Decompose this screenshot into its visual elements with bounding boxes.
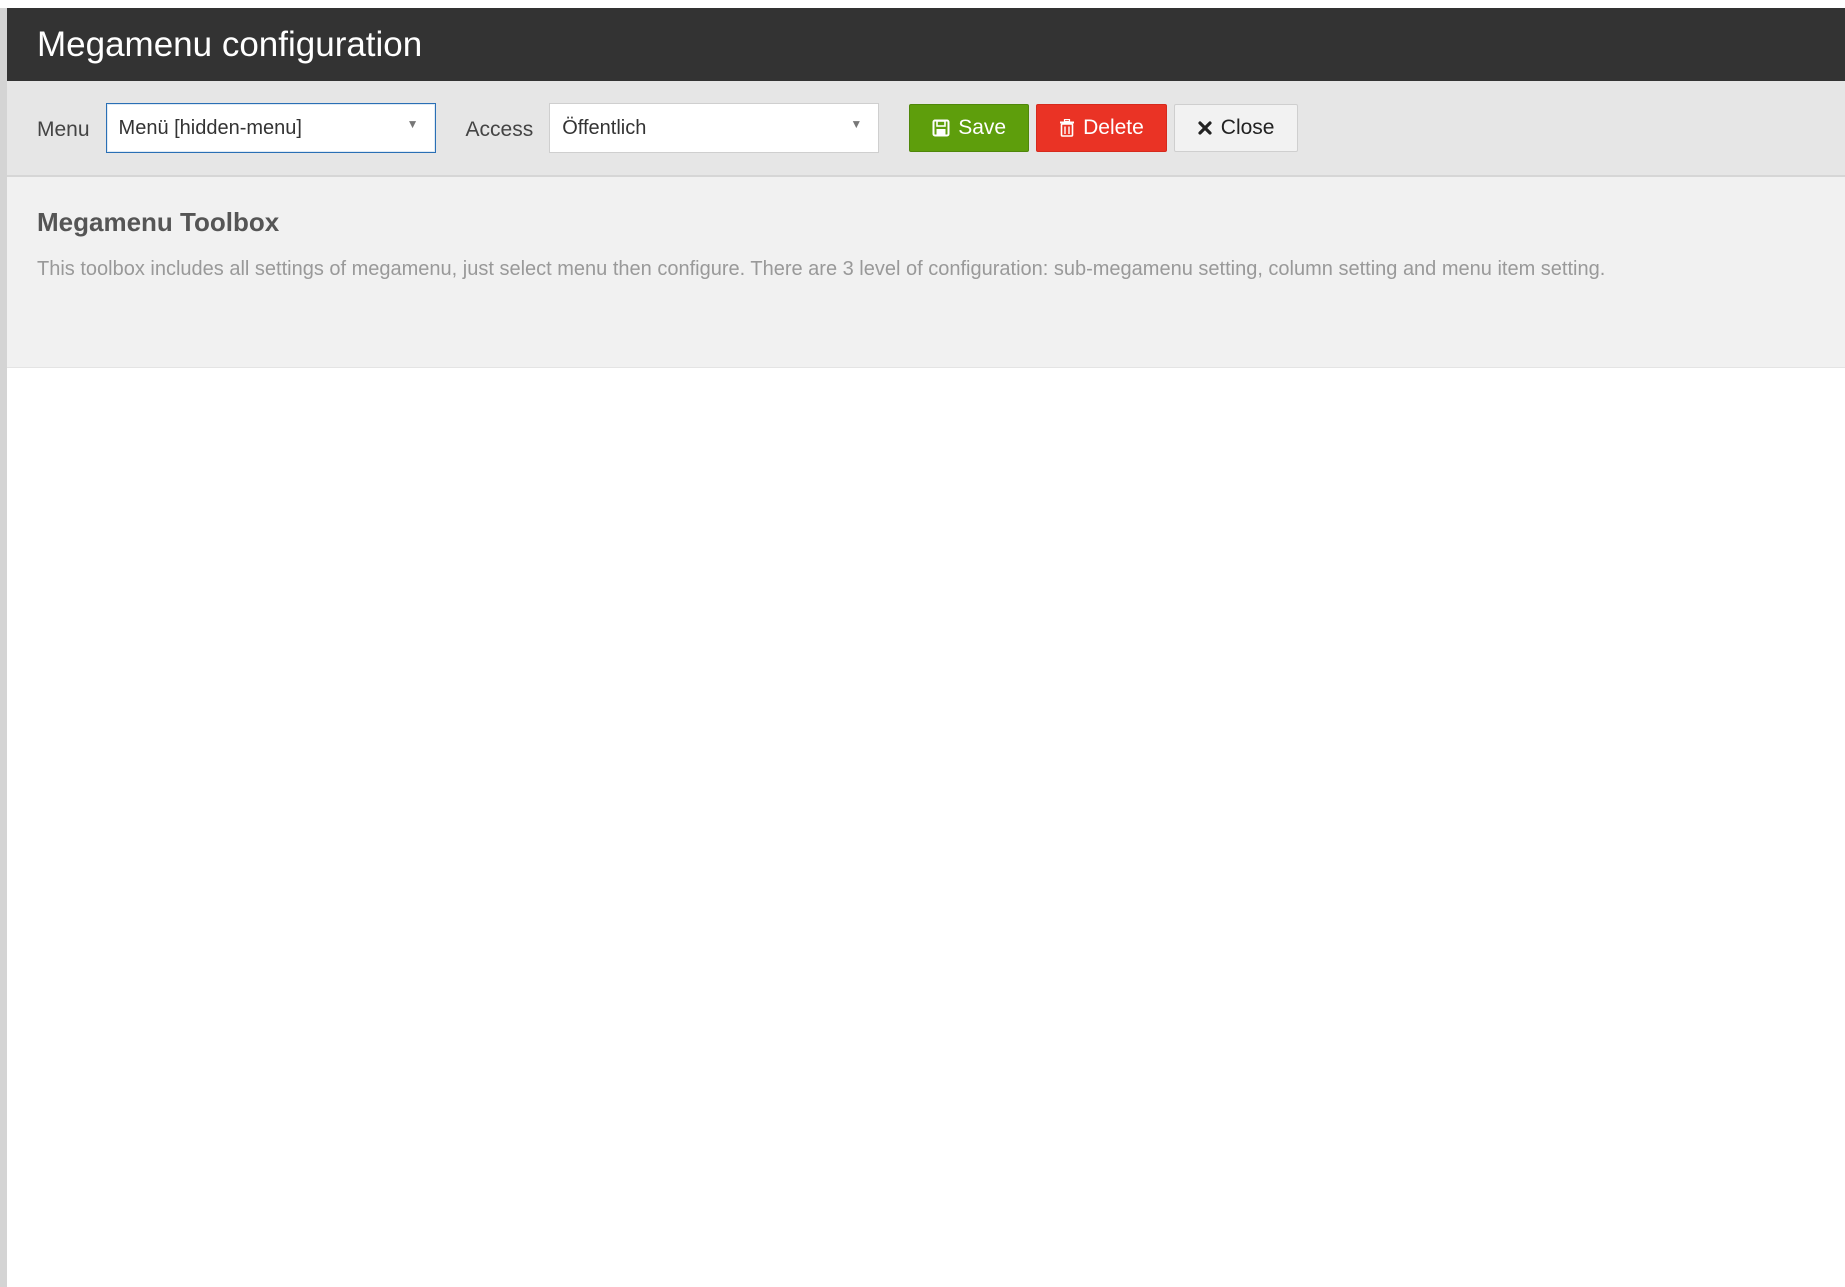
toolbox-description: This toolbox includes all settings of me…: [37, 258, 1606, 280]
save-button-label: Save: [958, 116, 1007, 139]
menu-label: Menu: [37, 118, 90, 141]
floppy-disk-icon: [932, 119, 950, 137]
toolbar: Menu Menü [hidden-menu] ▼ Access Öffentl…: [7, 81, 1845, 177]
top-strip: [0, 0, 1845, 8]
page: Megamenu configuration Menu Menü [hidden…: [0, 0, 1845, 1287]
window-left-edge: [0, 0, 7, 1287]
menu-select-value: Menü [hidden-menu]: [118, 116, 302, 139]
access-select-value: Öffentlich: [562, 116, 647, 139]
access-select[interactable]: Öffentlich ▼: [549, 103, 880, 153]
save-button[interactable]: Save: [909, 104, 1030, 152]
close-button-label: Close: [1220, 116, 1275, 139]
chevron-down-icon: ▼: [406, 117, 419, 131]
access-label: Access: [465, 118, 534, 141]
chevron-down-icon: ▼: [850, 117, 863, 131]
delete-button[interactable]: Delete: [1036, 104, 1167, 152]
delete-button-label: Delete: [1083, 116, 1144, 139]
megamenu-config-window: Megamenu configuration Menu Menü [hidden…: [7, 8, 1845, 1287]
configuration-content-area: [7, 368, 1845, 1285]
title-bar: Megamenu configuration: [7, 8, 1845, 81]
page-title: Megamenu configuration: [37, 24, 423, 64]
close-icon: [1197, 120, 1213, 136]
trash-icon: [1059, 119, 1075, 137]
menu-select[interactable]: Menü [hidden-menu] ▼: [105, 103, 436, 153]
toolbox-title: Megamenu Toolbox: [37, 207, 280, 237]
toolbox-info-panel: Megamenu Toolbox This toolbox includes a…: [7, 177, 1845, 368]
close-button[interactable]: Close: [1173, 104, 1298, 152]
